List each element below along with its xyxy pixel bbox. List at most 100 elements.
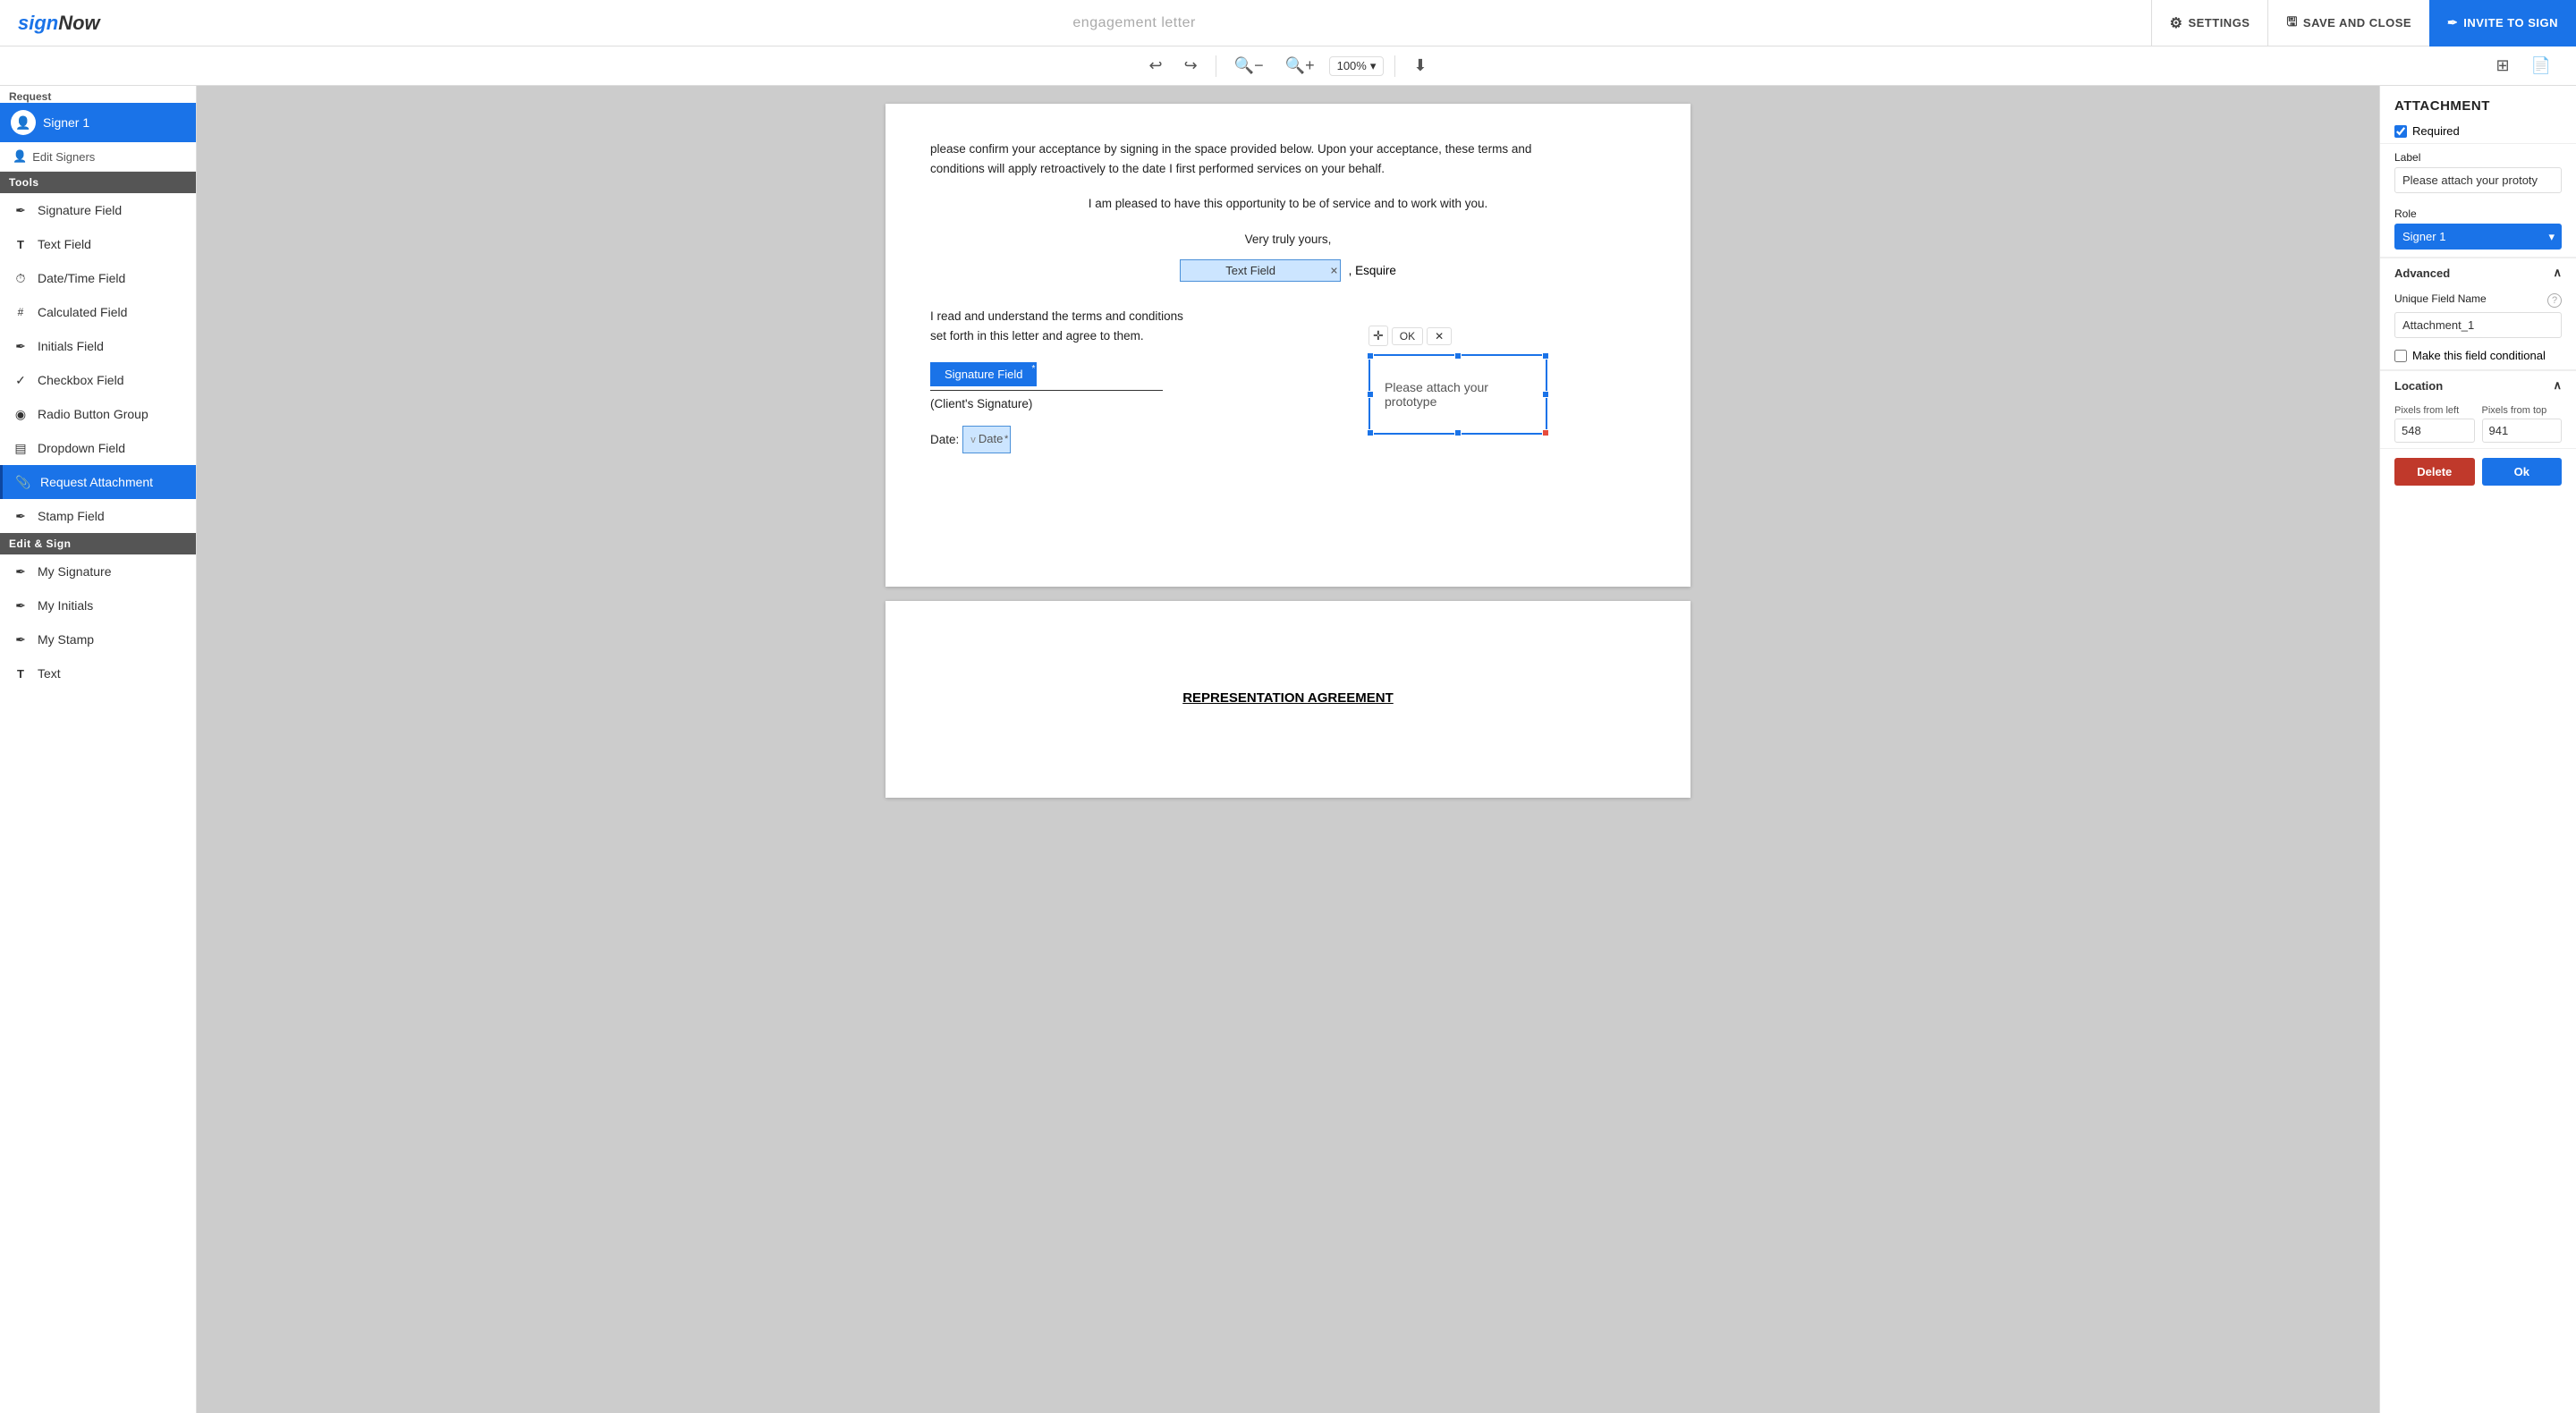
attachment-placeholder-text: Please attach your prototype bbox=[1385, 380, 1531, 409]
page-2: REPRESENTATION AGREEMENT bbox=[886, 601, 1690, 798]
zoom-out-button[interactable]: 🔍− bbox=[1227, 53, 1271, 79]
ok-button[interactable]: Ok bbox=[2482, 458, 2563, 486]
text-es-icon: T bbox=[13, 665, 29, 681]
unique-field-input[interactable] bbox=[2394, 312, 2562, 338]
sidebar-item-text-es[interactable]: T Text bbox=[0, 656, 196, 690]
field-close-icon[interactable]: ✕ bbox=[1330, 265, 1338, 276]
location-chevron-up: ∧ bbox=[2553, 378, 2562, 393]
move-icon[interactable]: ✛ bbox=[1368, 326, 1388, 346]
doc-section-2: I read and understand the terms and cond… bbox=[930, 307, 1646, 345]
toolbar: ↩ ↪ 🔍− 🔍+ 100% ▾ ⬇ ⊞ 📄 bbox=[0, 47, 2576, 86]
save-label: SAVE AND CLOSE bbox=[2303, 16, 2411, 30]
zoom-in-button[interactable]: 🔍+ bbox=[1278, 53, 1322, 79]
header: signNow engagement letter SETTINGS SAVE … bbox=[0, 0, 2576, 47]
sidebar-item-stamp[interactable]: ✒ Stamp Field bbox=[0, 499, 196, 533]
pixels-top-input[interactable] bbox=[2482, 419, 2563, 443]
download-button[interactable]: ⬇ bbox=[1406, 53, 1434, 79]
sidebar-item-my-signature[interactable]: ✒ My Signature bbox=[0, 554, 196, 588]
sidebar-item-text[interactable]: T Text Field bbox=[0, 227, 196, 261]
zoom-value: 100% bbox=[1337, 59, 1367, 72]
logo-blue: sign bbox=[18, 12, 58, 34]
zoom-arrow: ▾ bbox=[1370, 59, 1377, 73]
role-select[interactable]: Signer 1 bbox=[2394, 224, 2562, 250]
stamp-icon: ✒ bbox=[13, 508, 29, 524]
doc-text-1: please confirm your acceptance by signin… bbox=[930, 140, 1646, 178]
attachment-field-box[interactable]: Please attach your prototype bbox=[1368, 354, 1547, 435]
my-signature-icon: ✒ bbox=[13, 563, 29, 580]
zoom-display[interactable]: 100% ▾ bbox=[1329, 56, 1385, 76]
gear-icon bbox=[2170, 14, 2183, 32]
required-checkbox[interactable] bbox=[2394, 125, 2407, 138]
unique-field-help-icon[interactable]: ? bbox=[2547, 293, 2562, 308]
sidebar-item-my-initials[interactable]: ✒ My Initials bbox=[0, 588, 196, 622]
save-icon bbox=[2286, 13, 2297, 34]
resize-handle-br[interactable] bbox=[1542, 429, 1549, 436]
doc-para-3: I am pleased to have this opportunity to… bbox=[930, 194, 1646, 214]
page-1: please confirm your acceptance by signin… bbox=[886, 104, 1690, 587]
resize-handle-bm[interactable] bbox=[1454, 429, 1462, 436]
conditional-row: Make this field conditional bbox=[2380, 345, 2576, 369]
sidebar-item-checkbox[interactable]: ✓ Checkbox Field bbox=[0, 363, 196, 397]
pages-button[interactable]: 📄 bbox=[2524, 53, 2558, 79]
doc-para-1: please confirm your acceptance by signin… bbox=[930, 140, 1646, 159]
initials-icon: ✒ bbox=[13, 338, 29, 354]
conditional-checkbox[interactable] bbox=[2394, 350, 2407, 362]
required-row: Required bbox=[2380, 119, 2576, 143]
role-title: Role bbox=[2394, 207, 2562, 220]
sidebar-item-radio[interactable]: ◉ Radio Button Group bbox=[0, 397, 196, 431]
date-close-icon[interactable]: * bbox=[1004, 432, 1008, 448]
rep-agreement-title: REPRESENTATION AGREEMENT bbox=[930, 690, 1646, 706]
sidebar-item-calculated[interactable]: # Calculated Field bbox=[0, 295, 196, 329]
delete-button[interactable]: Delete bbox=[2394, 458, 2475, 486]
advanced-collapsible[interactable]: Advanced ∧ bbox=[2380, 258, 2576, 287]
toolbar-divider2 bbox=[1394, 55, 1395, 77]
sidebar-item-checkbox-label: Checkbox Field bbox=[38, 373, 124, 387]
undo-button[interactable]: ↩ bbox=[1142, 53, 1170, 79]
layout-toggle-button[interactable]: ⊞ bbox=[2488, 53, 2516, 79]
label-input[interactable] bbox=[2394, 167, 2562, 193]
pixels-top-group: Pixels from top bbox=[2482, 405, 2563, 443]
pixels-left-label: Pixels from left bbox=[2394, 405, 2475, 416]
save-close-button[interactable]: SAVE AND CLOSE bbox=[2267, 0, 2429, 47]
sidebar-item-attachment[interactable]: 📎 Request Attachment bbox=[0, 465, 196, 499]
redo-button[interactable]: ↪ bbox=[1177, 53, 1205, 79]
resize-handle-bl[interactable] bbox=[1367, 429, 1374, 436]
calculated-icon: # bbox=[13, 304, 29, 320]
attachment-ok-button[interactable]: OK bbox=[1392, 327, 1423, 345]
sidebar-item-my-signature-label: My Signature bbox=[38, 564, 111, 579]
client-sig-line bbox=[930, 390, 1163, 391]
edit-signers-button[interactable]: 👤 Edit Signers bbox=[0, 142, 196, 172]
resize-handle-ml[interactable] bbox=[1367, 391, 1374, 398]
edit-signers-label: Edit Signers bbox=[32, 150, 95, 164]
sidebar-item-dropdown[interactable]: ▤ Dropdown Field bbox=[0, 431, 196, 465]
attachment-close-button[interactable]: ✕ bbox=[1427, 327, 1452, 345]
sidebar-item-text-label: Text Field bbox=[38, 237, 91, 251]
signer-block: 👤 Signer 1 bbox=[0, 103, 196, 142]
sidebar-item-initials[interactable]: ✒ Initials Field bbox=[0, 329, 196, 363]
unique-field-title: Unique Field Name bbox=[2394, 292, 2487, 305]
settings-button[interactable]: SETTINGS bbox=[2151, 0, 2268, 47]
resize-handle-tr[interactable] bbox=[1542, 352, 1549, 360]
sidebar-item-datetime[interactable]: ⏱ Date/Time Field bbox=[0, 261, 196, 295]
conditional-label: Make this field conditional bbox=[2412, 349, 2546, 362]
resize-handle-mr[interactable] bbox=[1542, 391, 1549, 398]
resize-handle-tm[interactable] bbox=[1454, 352, 1462, 360]
role-field: Role Signer 1 ▾ bbox=[2380, 200, 2576, 257]
canvas-area[interactable]: please confirm your acceptance by signin… bbox=[197, 86, 2379, 1413]
invite-sign-button[interactable]: INVITE TO SIGN bbox=[2429, 0, 2576, 47]
resize-handle-tl[interactable] bbox=[1367, 352, 1374, 360]
logo-dark: Now bbox=[58, 12, 99, 34]
text-field-box[interactable]: Text Field ✕ bbox=[1180, 259, 1341, 282]
doc-para-4: Very truly yours, bbox=[930, 230, 1646, 250]
signature-field-group: Signature Field * (Client's Signature) D… bbox=[930, 362, 1163, 453]
pixels-left-input[interactable] bbox=[2394, 419, 2475, 443]
location-collapsible[interactable]: Location ∧ bbox=[2380, 370, 2576, 400]
sidebar-item-my-initials-label: My Initials bbox=[38, 598, 93, 613]
date-label: Date: bbox=[930, 430, 959, 450]
date-field-box[interactable]: v Date * bbox=[962, 426, 1011, 453]
sidebar-item-my-stamp[interactable]: ✒ My Stamp bbox=[0, 622, 196, 656]
person-icon: 👤 bbox=[13, 149, 27, 164]
signature-field-box[interactable]: Signature Field * bbox=[930, 362, 1037, 386]
edit-sign-section-header: Edit & Sign bbox=[0, 533, 196, 554]
sidebar-item-signature[interactable]: ✒ Signature Field bbox=[0, 193, 196, 227]
